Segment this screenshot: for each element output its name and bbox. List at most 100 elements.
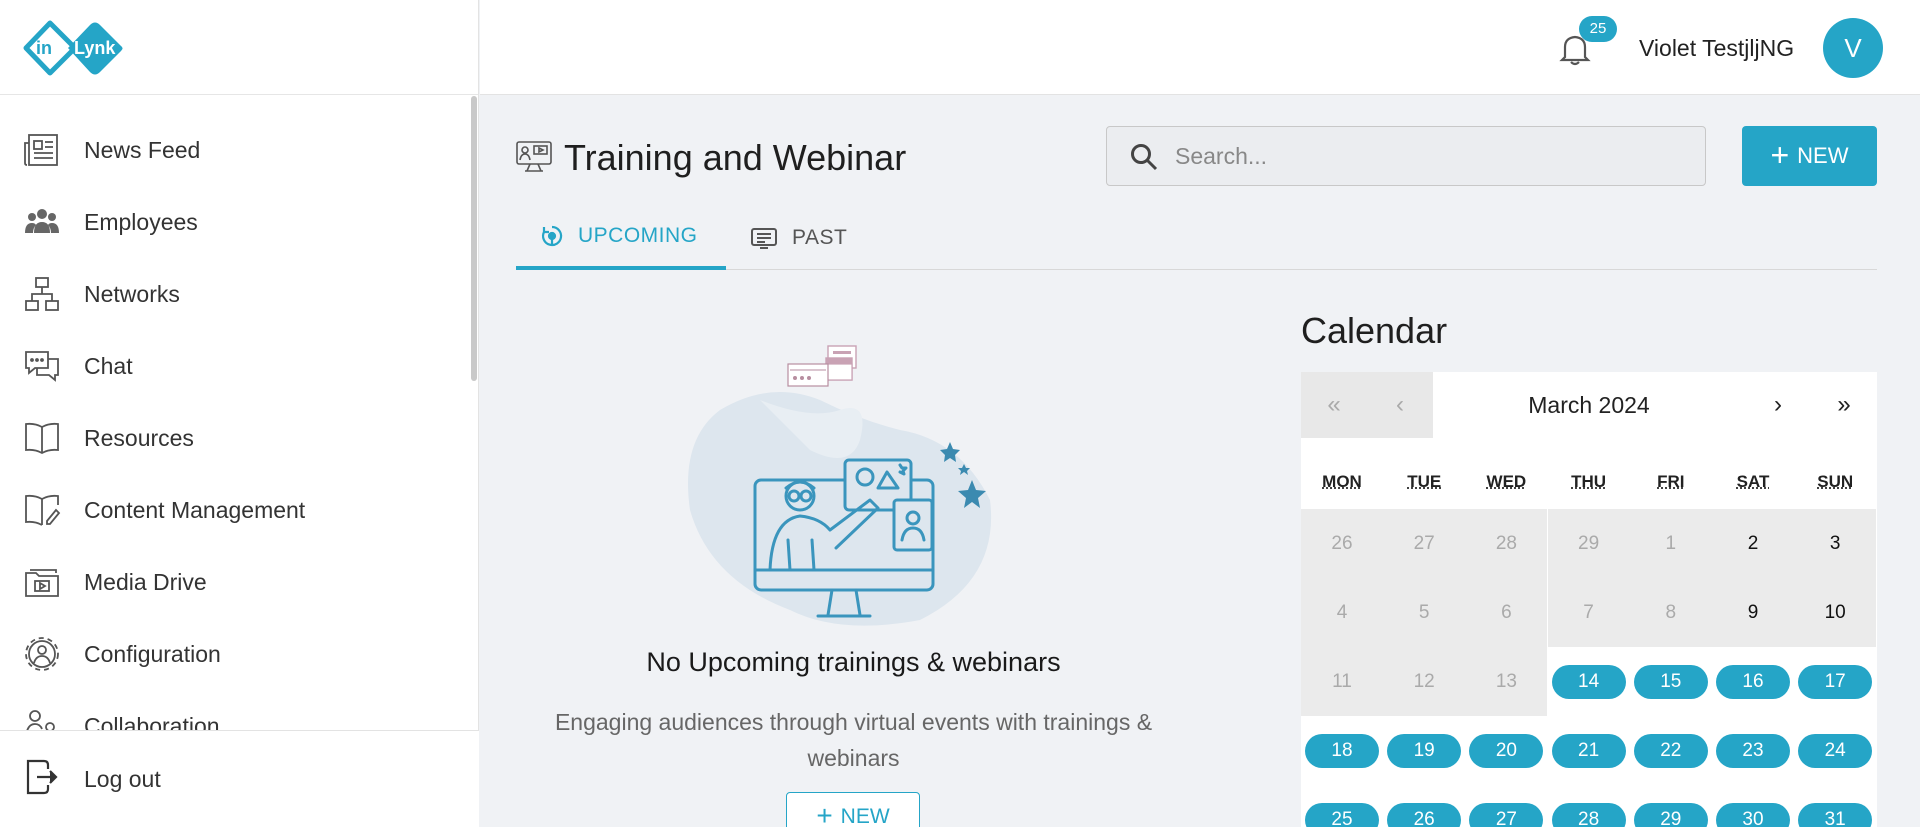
calendar-day: 2 <box>1712 509 1794 578</box>
calendar-day: 3 <box>1794 509 1877 578</box>
search-input[interactable] <box>1175 139 1675 173</box>
calendar-day[interactable]: 17 <box>1794 647 1876 716</box>
sidebar-item-label: Content Management <box>84 496 306 523</box>
calendar-day-pill: 27 <box>1469 802 1544 827</box>
calendar-day[interactable]: 15 <box>1630 647 1712 716</box>
sidebar-item-chat[interactable]: Chat <box>0 336 470 396</box>
prev-year-button[interactable]: « <box>1301 372 1367 438</box>
user-name[interactable]: Violet TestjljNG <box>1639 35 1794 62</box>
calendar-day[interactable]: 31 <box>1794 785 1876 827</box>
prev-month-button[interactable]: ‹ <box>1367 372 1433 438</box>
calendar-day[interactable]: 27 <box>1465 785 1547 827</box>
calendar-day: 28 <box>1465 509 1548 578</box>
calendar-day-pill: 16 <box>1716 664 1790 699</box>
sidebar: in Lynk News Feed Employees Networks Cha… <box>0 0 479 827</box>
calendar-day: 13 <box>1465 647 1548 716</box>
calendar-day[interactable]: 22 <box>1630 716 1712 785</box>
calendar-navigation: « ‹ March 2024 › » <box>1301 372 1877 438</box>
newspaper-icon <box>22 130 62 170</box>
sidebar-item-media-drive[interactable]: Media Drive <box>0 552 470 612</box>
calendar-day: 9 <box>1712 578 1794 647</box>
sidebar-item-label: Configuration <box>84 640 221 667</box>
calendar-day[interactable]: 30 <box>1712 785 1794 827</box>
logout-button[interactable]: Log out <box>0 730 479 827</box>
calendar-day[interactable]: 18 <box>1301 716 1383 785</box>
calendar-day: 6 <box>1465 578 1548 647</box>
sidebar-nav: News Feed Employees Networks Chat Resour… <box>0 96 470 730</box>
sidebar-item-networks[interactable]: Networks <box>0 264 470 324</box>
calendar-day: 1 <box>1629 509 1712 578</box>
search-box[interactable] <box>1106 126 1706 186</box>
sidebar-item-label: Networks <box>84 280 180 307</box>
calendar-day-pill: 17 <box>1798 664 1873 699</box>
sidebar-item-configuration[interactable]: Configuration <box>0 624 470 684</box>
calendar-day: 8 <box>1629 578 1712 647</box>
top-header: 25 Violet TestjljNG V <box>480 0 1920 95</box>
calendar-day: 4 <box>1301 578 1383 647</box>
calendar-day[interactable]: 19 <box>1383 716 1465 785</box>
calendar-day[interactable]: 25 <box>1301 785 1383 827</box>
next-year-button[interactable]: » <box>1811 372 1877 438</box>
sidebar-item-employees[interactable]: Employees <box>0 192 470 252</box>
sidebar-item-label: Chat <box>84 352 133 379</box>
notification-badge: 25 <box>1579 16 1617 42</box>
new-button[interactable]: + NEW <box>1742 126 1877 186</box>
calendar-month-label[interactable]: March 2024 <box>1433 372 1745 438</box>
edit-book-icon <box>22 490 62 530</box>
sidebar-item-label: News Feed <box>84 136 201 163</box>
next-month-button[interactable]: › <box>1745 372 1811 438</box>
calendar-day[interactable]: 28 <box>1548 785 1630 827</box>
calendar-day-pill: 23 <box>1716 733 1790 768</box>
sidebar-item-news-feed[interactable]: News Feed <box>0 120 470 180</box>
calendar-day: 29 <box>1547 509 1630 578</box>
calendar-day[interactable]: 29 <box>1630 785 1712 827</box>
logout-label: Log out <box>84 766 161 792</box>
page-title: Training and Webinar <box>564 137 907 178</box>
logout-icon <box>22 757 62 797</box>
tab-past[interactable]: PAST <box>726 205 871 270</box>
people-icon <box>22 202 62 242</box>
calendar-day-pill: 24 <box>1798 733 1873 768</box>
calendar-day-pill: 29 <box>1633 802 1708 827</box>
sidebar-scrollbar[interactable] <box>471 96 477 381</box>
new-button-label: NEW <box>1797 143 1849 168</box>
sidebar-item-content-management[interactable]: Content Management <box>0 480 470 540</box>
empty-state-description: Engaging audiences through virtual event… <box>554 709 1153 771</box>
weekday-header: THU <box>1571 472 1607 491</box>
calendar-day-pill: 19 <box>1387 733 1462 768</box>
calendar-day[interactable]: 26 <box>1383 785 1465 827</box>
empty-state-title: No Upcoming trainings & webinars <box>646 647 1061 677</box>
collaboration-icon <box>22 706 62 730</box>
calendar-day[interactable]: 24 <box>1794 716 1876 785</box>
weekday-header: SUN <box>1817 472 1854 491</box>
empty-state-illustration <box>688 345 992 626</box>
calendar-day-pill: 25 <box>1305 802 1379 827</box>
tab-upcoming[interactable]: UPCOMING <box>516 205 726 270</box>
calendar-day: 12 <box>1383 647 1466 716</box>
calendar-day-pill: 26 <box>1387 802 1462 827</box>
weekday-header: WED <box>1486 472 1527 491</box>
sidebar-item-resources[interactable]: Resources <box>0 408 470 468</box>
avatar[interactable]: V <box>1823 18 1883 78</box>
sidebar-item-collaboration[interactable]: Collaboration <box>0 696 470 730</box>
logo-text-in: in <box>36 38 52 58</box>
inlynk-logo[interactable]: in Lynk <box>22 17 128 79</box>
calendar-day-pill: 22 <box>1633 733 1708 768</box>
weekday-header: FRI <box>1657 472 1685 491</box>
calendar-day-pill: 30 <box>1716 802 1790 827</box>
calendar-day: 10 <box>1794 578 1877 647</box>
sidebar-item-label: Media Drive <box>84 568 207 595</box>
calendar-day[interactable]: 16 <box>1712 647 1794 716</box>
calendar-day[interactable]: 20 <box>1465 716 1547 785</box>
calendar-day-pill: 28 <box>1551 802 1626 827</box>
calendar-day-pill: 31 <box>1798 802 1873 827</box>
weekday-header: MON <box>1322 472 1362 491</box>
calendar-day: 27 <box>1383 509 1466 578</box>
empty-state-new-button[interactable]: + NEW <box>786 792 920 827</box>
folder-media-icon <box>22 562 62 602</box>
calendar-day[interactable]: 14 <box>1548 647 1630 716</box>
calendar-day[interactable]: 23 <box>1712 716 1794 785</box>
calendar-day-pill: 21 <box>1551 733 1626 768</box>
calendar-day-pill: 18 <box>1305 733 1379 768</box>
calendar-day[interactable]: 21 <box>1548 716 1630 785</box>
